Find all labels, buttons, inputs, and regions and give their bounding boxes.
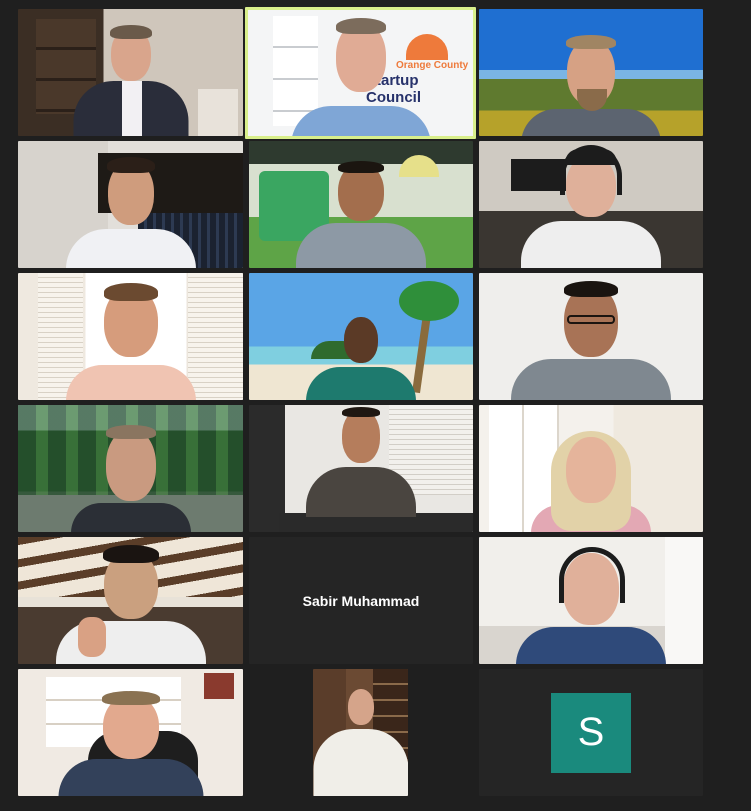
- person-body: [65, 229, 196, 268]
- cap: [565, 149, 617, 165]
- participant-tile-1[interactable]: [18, 9, 243, 136]
- person-body: [516, 627, 666, 664]
- person-hair: [564, 281, 618, 297]
- avatar: S: [551, 692, 631, 773]
- person-body: [521, 221, 661, 268]
- participant-tile-9[interactable]: [479, 273, 703, 400]
- person-body: [313, 729, 408, 796]
- person-hair: [109, 25, 152, 39]
- palm-leaves: [399, 281, 459, 321]
- shutters: [188, 273, 243, 400]
- participant-tile-16[interactable]: [18, 669, 243, 796]
- shirt: [122, 81, 142, 136]
- person-hair: [342, 407, 380, 417]
- person-head: [347, 689, 374, 725]
- participant-tile-3[interactable]: [479, 9, 703, 136]
- participant-tile-18-avatar[interactable]: S: [479, 669, 703, 796]
- participant-tile-14-name-only[interactable]: Sabir Muhammad: [249, 537, 473, 664]
- person-head: [105, 429, 156, 501]
- person-head: [342, 409, 380, 463]
- person-body: [58, 759, 203, 796]
- person-hair: [335, 18, 386, 34]
- person-hair: [338, 161, 384, 173]
- participant-tile-5[interactable]: [249, 141, 473, 268]
- monitor: [511, 159, 566, 191]
- person-hair: [103, 283, 158, 301]
- video-grid: Orange County Startup Council Sabir Muha…: [0, 0, 751, 811]
- participant-tile-13[interactable]: [18, 537, 243, 664]
- participant-tile-11[interactable]: [249, 405, 473, 532]
- person-body: [521, 109, 661, 136]
- participant-tile-7[interactable]: [18, 273, 243, 400]
- participant-tile-2-active-speaker[interactable]: Orange County Startup Council: [245, 7, 476, 139]
- participant-tile-6[interactable]: [479, 141, 703, 268]
- participant-tile-17[interactable]: [313, 669, 408, 796]
- person-body: [70, 503, 191, 532]
- fireplace: [198, 89, 238, 136]
- participant-tile-12[interactable]: [479, 405, 703, 532]
- glasses: [567, 315, 615, 324]
- picture-frame: [204, 673, 234, 699]
- person-body: [511, 359, 671, 400]
- avatar-initial: S: [577, 710, 605, 754]
- participant-tile-10[interactable]: [18, 405, 243, 532]
- person-body: [290, 106, 431, 136]
- person-body: [296, 223, 426, 268]
- window: [665, 537, 703, 664]
- person-head: [566, 437, 616, 503]
- person-hair: [102, 545, 159, 563]
- person-hair: [566, 35, 616, 49]
- person-body: [65, 365, 196, 400]
- person-body: [306, 467, 416, 517]
- person-hair: [101, 691, 160, 705]
- person-head: [344, 317, 378, 363]
- participant-tile-15[interactable]: [479, 537, 703, 664]
- person-body: [306, 367, 416, 400]
- person-hair: [106, 157, 155, 173]
- person-hair: [105, 425, 156, 439]
- participant-tile-8[interactable]: [249, 273, 473, 400]
- participant-name: Sabir Muhammad: [302, 592, 420, 609]
- raised-hand: [78, 617, 106, 657]
- banner-text-line-1: Orange County: [396, 60, 469, 71]
- participant-tile-4[interactable]: [18, 141, 243, 268]
